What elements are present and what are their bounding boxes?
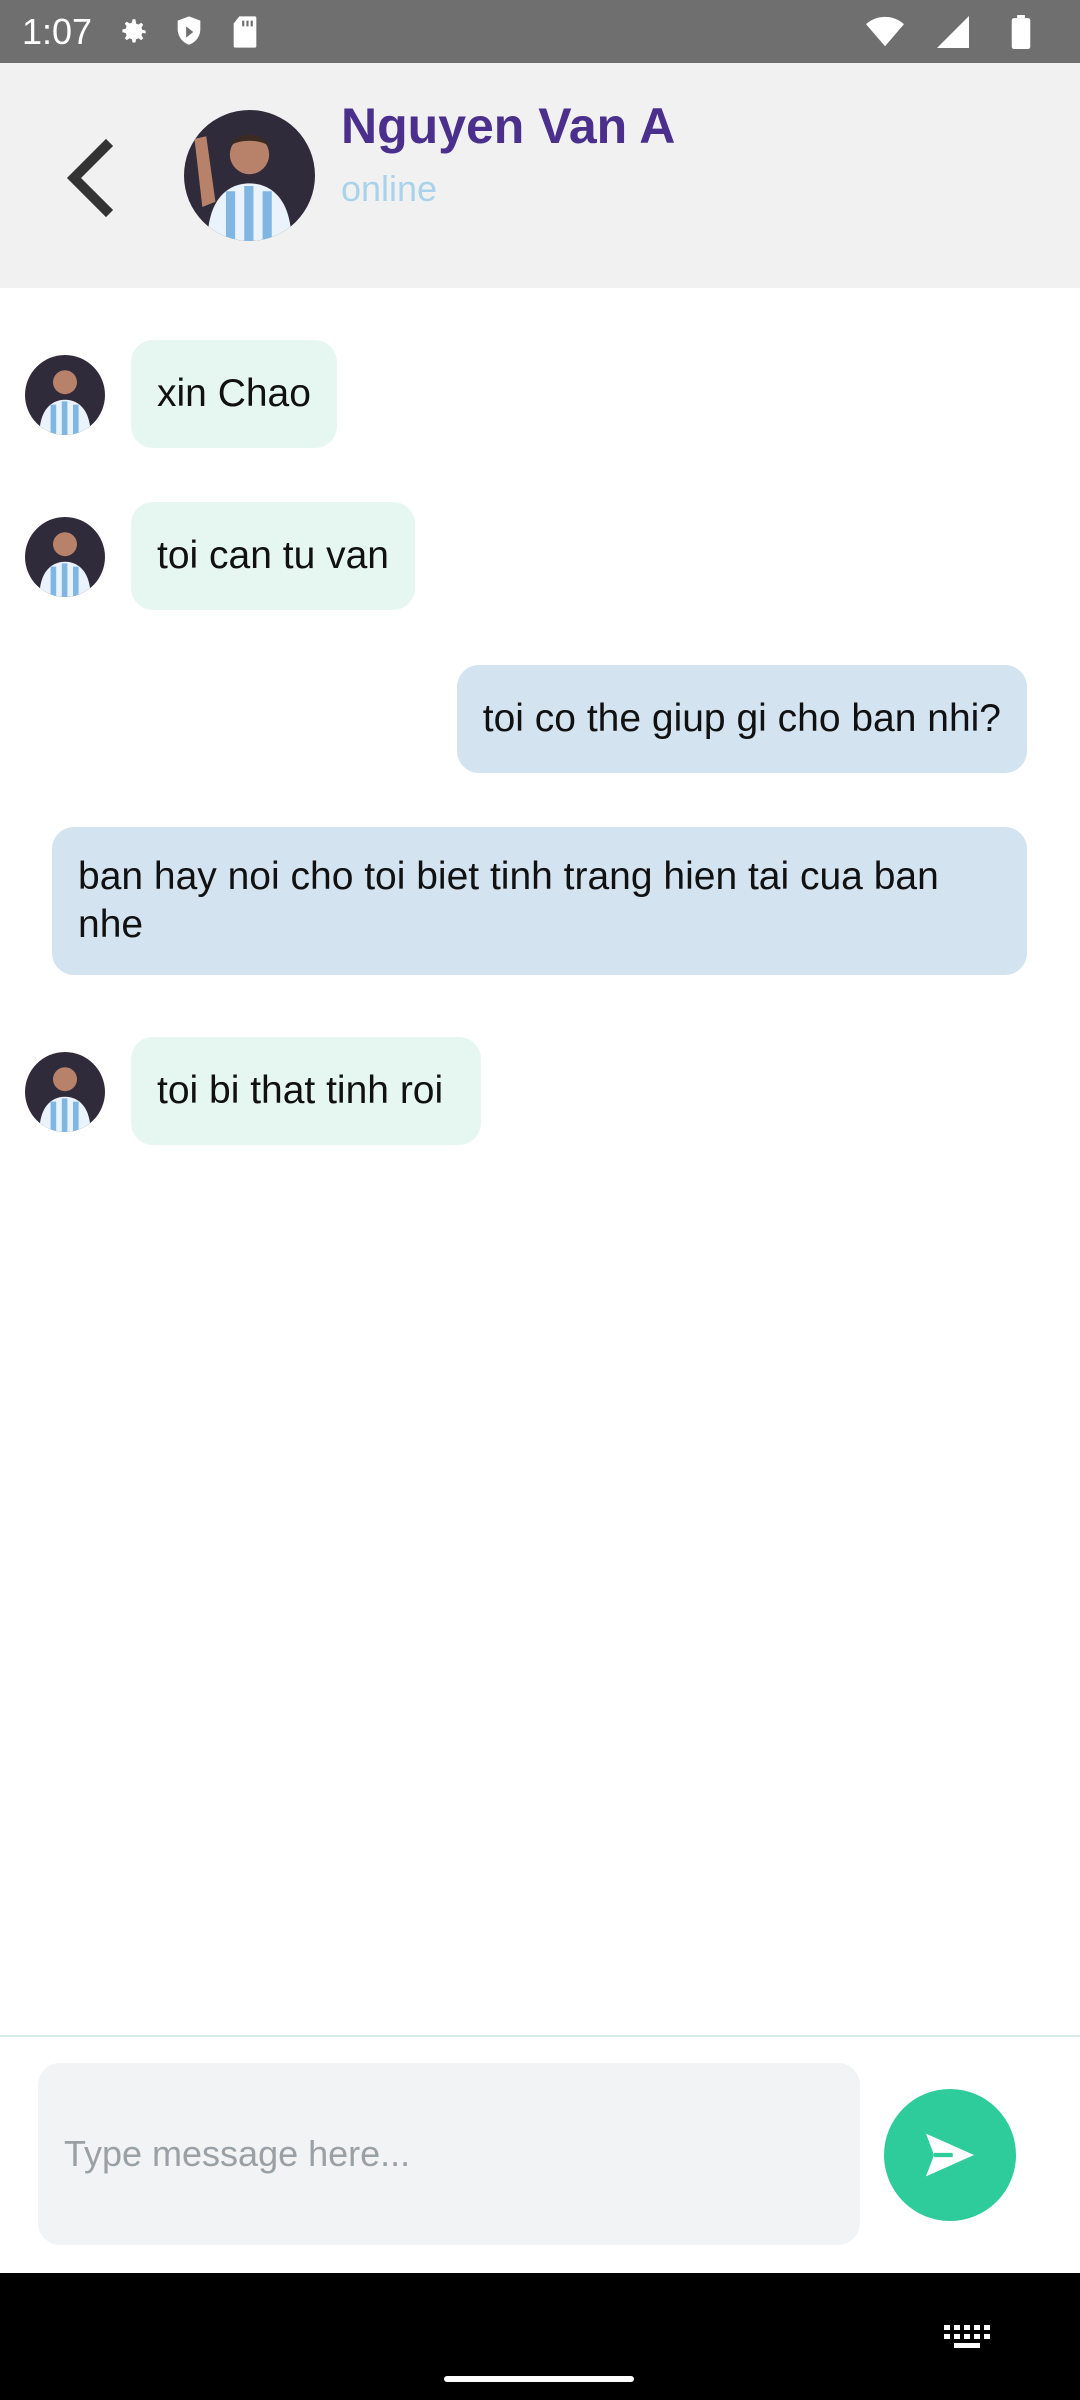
keyboard-icon[interactable] xyxy=(944,2325,990,2349)
back-button[interactable] xyxy=(55,133,125,223)
message-input[interactable] xyxy=(38,2063,860,2245)
send-icon xyxy=(926,2133,974,2177)
signal-icon xyxy=(934,13,972,51)
message-bubble-incoming[interactable]: toi can tu van xyxy=(131,502,415,610)
shield-icon xyxy=(170,13,208,51)
avatar xyxy=(25,355,105,435)
message-bubble-outgoing[interactable]: ban hay noi cho toi biet tinh trang hien… xyxy=(52,827,1027,975)
send-button[interactable] xyxy=(884,2089,1016,2221)
avatar xyxy=(25,1052,105,1132)
composer xyxy=(0,2037,1080,2273)
message-bubble-incoming[interactable]: xin Chao xyxy=(131,340,337,448)
sd-card-icon xyxy=(226,13,264,51)
status-time: 1:07 xyxy=(22,10,93,52)
chat-header: Nguyen Van A online xyxy=(0,63,1080,288)
contact-name: Nguyen Van A xyxy=(341,98,676,154)
gear-icon xyxy=(114,13,152,51)
chevron-left-icon xyxy=(66,138,114,218)
contact-avatar[interactable] xyxy=(184,110,315,241)
home-indicator[interactable] xyxy=(444,2376,634,2382)
system-nav-bar xyxy=(0,2273,1080,2400)
avatar xyxy=(25,517,105,597)
status-bar: 1:07 xyxy=(0,0,1080,63)
wifi-icon xyxy=(866,13,904,51)
message-bubble-outgoing[interactable]: toi co the giup gi cho ban nhi? xyxy=(456,665,1027,773)
battery-icon xyxy=(1002,13,1040,51)
message-bubble-incoming[interactable]: toi bi that tinh roi xyxy=(131,1037,482,1145)
contact-status: online xyxy=(341,168,438,209)
